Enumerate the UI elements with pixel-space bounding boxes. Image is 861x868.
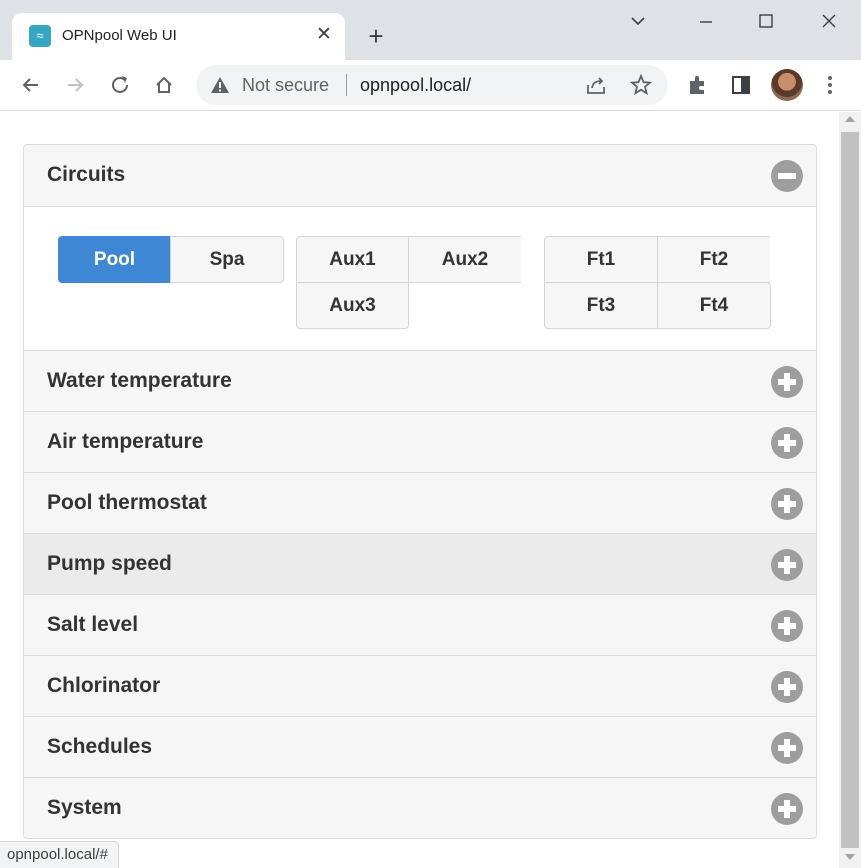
circuit-button-spa[interactable]: Spa (170, 236, 284, 283)
section-header-schedules[interactable]: Schedules (24, 716, 816, 777)
section-header-circuits[interactable]: Circuits (24, 145, 816, 206)
section-header-pool-thermostat[interactable]: Pool thermostat (24, 472, 816, 533)
circuit-button-aux1[interactable]: Aux1 (296, 236, 409, 283)
section-title: Pump speed (47, 552, 172, 575)
circuit-button-ft3[interactable]: Ft3 (544, 282, 658, 329)
security-label[interactable]: Not secure (242, 75, 329, 96)
tab-search-icon[interactable] (623, 8, 653, 36)
tab-title: OPNpool Web UI (62, 27, 177, 44)
warning-icon[interactable] (210, 76, 230, 94)
section-title: Water temperature (47, 369, 232, 392)
accordion: Circuits Pool Spa Aux1 Aux2 Aux3 Ft1 Ft2… (23, 144, 817, 839)
section-title: Circuits (47, 163, 126, 186)
expand-plus-icon[interactable] (771, 610, 803, 642)
share-icon[interactable] (584, 73, 608, 97)
status-url-text: opnpool.local/# (7, 846, 108, 863)
close-tab-icon[interactable]: ✕ (312, 23, 336, 47)
expand-plus-icon[interactable] (771, 671, 803, 703)
minimize-icon[interactable] (691, 8, 721, 36)
expand-plus-icon[interactable] (771, 732, 803, 764)
page-viewport: Circuits Pool Spa Aux1 Aux2 Aux3 Ft1 Ft2… (0, 112, 839, 868)
section-title: Pool thermostat (47, 491, 207, 514)
forward-icon[interactable] (60, 70, 90, 100)
circuit-button-ft4[interactable]: Ft4 (657, 282, 771, 329)
bookmark-star-icon[interactable] (629, 73, 653, 97)
section-header-chlorinator[interactable]: Chlorinator (24, 655, 816, 716)
tab-strip: ≈ OPNpool Web UI ✕ + (0, 0, 861, 60)
back-icon[interactable] (16, 70, 46, 100)
reload-icon[interactable] (105, 70, 135, 100)
scroll-up-arrow-icon[interactable] (845, 116, 855, 122)
circuit-button-aux3[interactable]: Aux3 (296, 282, 409, 329)
section-header-air-temperature[interactable]: Air temperature (24, 411, 816, 472)
section-title: Air temperature (47, 430, 204, 453)
side-panel-icon[interactable] (726, 70, 756, 100)
status-url-bubble: opnpool.local/# (0, 841, 119, 868)
url-text[interactable]: opnpool.local/ (360, 75, 471, 96)
section-header-pump-speed[interactable]: Pump speed (24, 533, 816, 594)
new-tab-icon[interactable]: + (362, 23, 390, 51)
circuit-button-pool[interactable]: Pool (58, 236, 171, 283)
scroll-down-arrow-icon[interactable] (845, 854, 855, 860)
scroll-thumb[interactable] (841, 132, 859, 848)
section-title: System (47, 796, 122, 819)
section-title: Salt level (47, 613, 139, 636)
more-menu-icon[interactable] (815, 70, 845, 100)
expand-plus-icon[interactable] (771, 366, 803, 398)
section-title: Chlorinator (47, 674, 161, 697)
extensions-icon[interactable] (683, 70, 713, 100)
browser-toolbar: Not secure opnpool.local/ (0, 60, 861, 111)
circuit-button-ft2[interactable]: Ft2 (657, 236, 770, 283)
circuit-button-aux2[interactable]: Aux2 (408, 236, 521, 283)
expand-plus-icon[interactable] (771, 793, 803, 825)
circuits-panel: Pool Spa Aux1 Aux2 Aux3 Ft1 Ft2 Ft3 Ft4 (24, 206, 816, 350)
close-window-icon[interactable] (814, 8, 844, 36)
collapse-minus-icon[interactable] (771, 160, 803, 192)
browser-tab[interactable]: ≈ OPNpool Web UI ✕ (12, 13, 345, 60)
expand-plus-icon[interactable] (771, 488, 803, 520)
address-divider (346, 74, 347, 96)
home-icon[interactable] (149, 70, 179, 100)
section-header-water-temperature[interactable]: Water temperature (24, 350, 816, 411)
pool-favicon-icon: ≈ (29, 25, 51, 47)
section-header-salt-level[interactable]: Salt level (24, 594, 816, 655)
profile-avatar[interactable] (771, 69, 803, 101)
section-header-system[interactable]: System (24, 777, 816, 838)
page-scrollbar[interactable] (839, 112, 861, 868)
circuit-button-ft1[interactable]: Ft1 (544, 236, 658, 283)
section-title: Schedules (47, 735, 153, 758)
expand-plus-icon[interactable] (771, 427, 803, 459)
address-bar[interactable]: Not secure opnpool.local/ (196, 65, 668, 105)
maximize-icon[interactable] (751, 8, 781, 36)
expand-plus-icon[interactable] (771, 549, 803, 581)
